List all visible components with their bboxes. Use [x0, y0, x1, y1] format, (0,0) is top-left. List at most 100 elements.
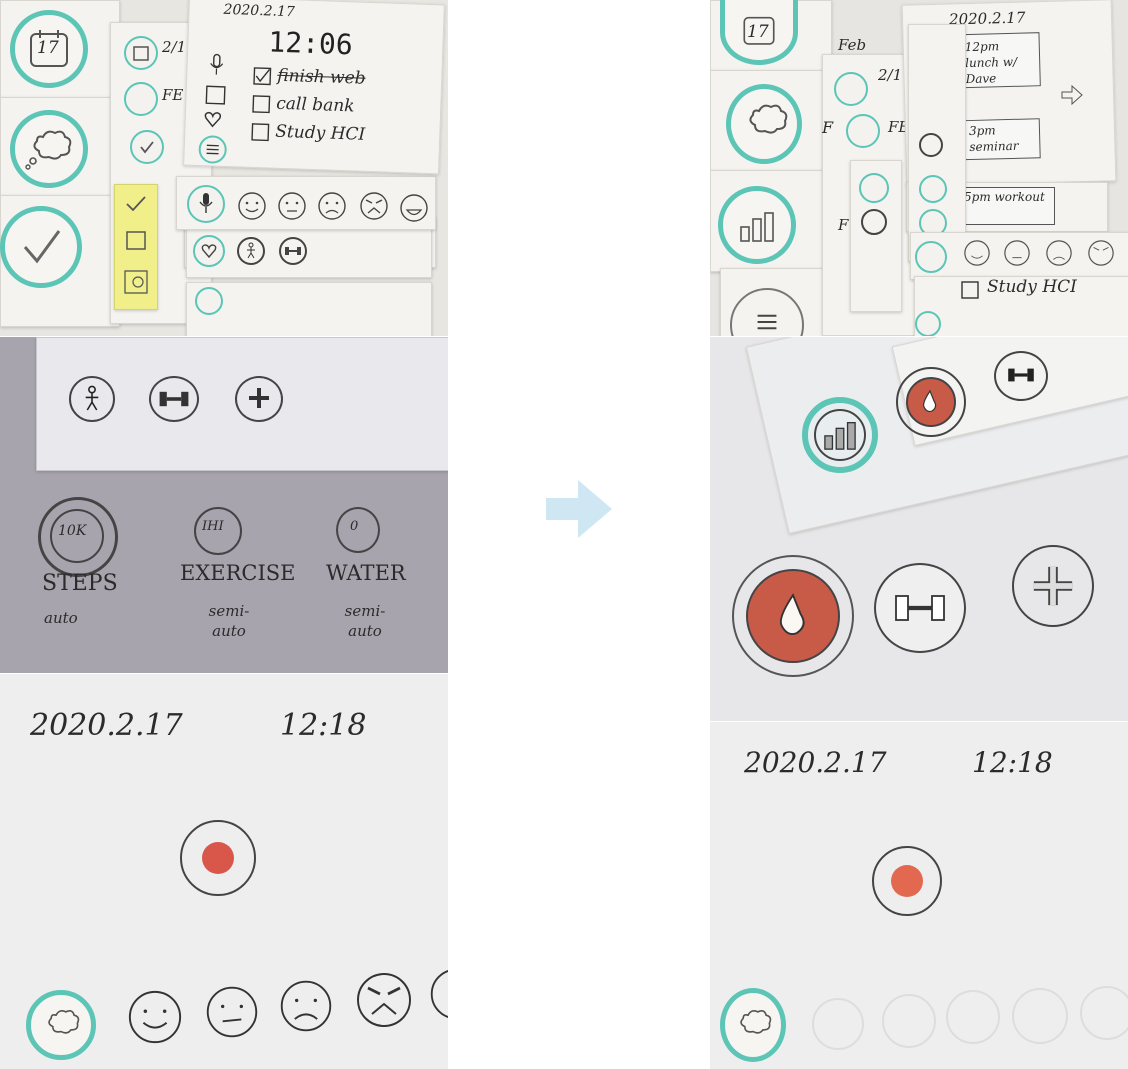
stats-mini-button[interactable]	[915, 311, 941, 336]
mood-mini-button[interactable]	[846, 114, 880, 148]
exercise-mode: semi-auto	[208, 602, 250, 640]
emoji-happy-icon[interactable]	[237, 191, 267, 221]
side-text-5: F	[838, 216, 849, 234]
record-button[interactable]	[180, 820, 256, 896]
checkbox-empty-icon[interactable]	[252, 95, 271, 114]
mood-app-button[interactable]	[10, 110, 88, 188]
recording-date: 2020.2.17	[744, 746, 887, 779]
middle-right-photo	[710, 337, 1128, 721]
calendar-mini-button[interactable]	[919, 175, 947, 203]
todo-item-2-label: call bank	[275, 93, 355, 117]
emoji-ghost-5[interactable]	[1080, 986, 1128, 1040]
water-mini-button[interactable]	[896, 367, 966, 437]
mood-app-button[interactable]	[726, 84, 802, 164]
mic-icon	[210, 53, 224, 75]
stats-app-button[interactable]	[718, 186, 796, 264]
emoji-sad-icon[interactable]	[317, 191, 347, 221]
bar-chart-icon	[740, 212, 774, 242]
steps-mode: auto	[44, 609, 78, 627]
fitness-card	[186, 226, 432, 278]
metric-exercise[interactable]: IHI EXERCISE semi-auto	[180, 505, 296, 645]
todo-card-date: 2020.2.17	[223, 1, 296, 21]
arrow-right-icon	[546, 480, 612, 538]
steps-badge: 10K	[58, 523, 87, 539]
exercise-button[interactable]	[874, 563, 966, 653]
calendar-app-button[interactable]: 17	[720, 0, 798, 65]
recording-time: 12:18	[972, 746, 1053, 779]
voice-input-button[interactable]	[187, 185, 225, 223]
mood-button[interactable]	[720, 988, 786, 1062]
emoji-happy-icon[interactable]	[126, 988, 184, 1046]
bottom-right-photo: 2020.2.17 12:18	[710, 722, 1128, 1069]
emoji-sad-icon[interactable]	[278, 978, 334, 1034]
mood-mini-button[interactable]	[195, 287, 223, 315]
check-mini-button[interactable]	[130, 130, 164, 164]
add-activity-button[interactable]	[235, 376, 283, 422]
walk-button[interactable]	[237, 237, 265, 265]
emoji-sad-icon[interactable]	[1045, 239, 1073, 267]
heart-button[interactable]	[193, 235, 225, 267]
bar-chart-icon	[824, 422, 856, 450]
checkbox-empty-icon[interactable]	[251, 123, 270, 142]
note-mini-button[interactable]	[124, 82, 158, 116]
stats-mini-button[interactable]	[859, 173, 889, 203]
stats-button[interactable]	[802, 397, 878, 473]
heart-icon	[204, 111, 222, 128]
emoji-neutral-icon[interactable]	[204, 984, 260, 1040]
workout-mini-button[interactable]	[994, 351, 1048, 401]
menu-icon	[206, 144, 219, 155]
workout-button[interactable]	[279, 237, 307, 265]
calendar-icon	[126, 231, 146, 250]
record-button[interactable]	[872, 846, 942, 916]
checkbox-checked-icon[interactable]	[253, 67, 272, 86]
thought-bubble-icon	[740, 1010, 772, 1034]
water-button[interactable]	[732, 555, 854, 677]
todo-card-time: 12:06	[267, 25, 354, 62]
metric-water[interactable]: 0 WATER semi-auto	[326, 505, 426, 645]
emoji-laugh-icon[interactable]	[399, 193, 429, 223]
side-text-3: F	[822, 118, 834, 137]
event-2[interactable]: 3pm seminar	[969, 121, 1036, 155]
workout-button[interactable]	[149, 376, 199, 422]
metric-steps[interactable]: 10K STEPS auto	[38, 497, 138, 637]
check-icon	[140, 141, 154, 154]
dumbbell-icon	[1008, 368, 1034, 382]
emoji-neutral-icon[interactable]	[1003, 239, 1031, 267]
menu-mini-button[interactable]	[861, 209, 887, 235]
heart-icon	[201, 244, 217, 259]
check-icon	[126, 196, 146, 212]
emoji-happy-icon[interactable]	[963, 239, 991, 267]
water-drop-icon	[779, 593, 805, 635]
calendar-mini-button[interactable]	[124, 36, 158, 70]
mood-mini-button[interactable]	[915, 241, 947, 273]
thought-bubble-icon	[25, 130, 72, 170]
stick-figure-icon	[247, 242, 255, 259]
emoji-ghost-3[interactable]	[946, 990, 1000, 1044]
todo-item-1-label: finish web	[276, 65, 366, 89]
emoji-ghost-1[interactable]	[812, 998, 864, 1050]
activity-card	[36, 337, 448, 471]
emoji-neutral-icon[interactable]	[277, 191, 307, 221]
bottom-left-photo: 2020.2.17 12:18	[0, 674, 448, 1069]
menu-mini-button[interactable]	[919, 133, 943, 157]
event-3[interactable]: 5pm workout	[964, 190, 1050, 205]
todo-app-button[interactable]	[0, 206, 82, 288]
emoji-ghost-4[interactable]	[1012, 988, 1068, 1044]
side-text-1: Feb	[838, 36, 867, 54]
sidebar-strip	[850, 160, 902, 312]
menu-button[interactable]	[198, 135, 228, 164]
emoji-angry-icon[interactable]	[354, 970, 414, 1030]
event-1[interactable]: 12pm lunch w/ Dave	[965, 37, 1036, 87]
calendar-app-button[interactable]: 17	[10, 10, 88, 88]
mood-button[interactable]	[26, 990, 96, 1060]
calendar-mini-button[interactable]	[834, 72, 868, 106]
add-button[interactable]	[1012, 545, 1094, 627]
exercise-name: EXERCISE	[180, 561, 296, 585]
emoji-ghost-2[interactable]	[882, 994, 936, 1048]
emoji-laugh-icon[interactable]	[428, 966, 448, 1022]
top-right-photo: 17 Feb 2/1 F FE F 2020.2.17 12pm lunch w…	[710, 0, 1128, 336]
emoji-angry-icon[interactable]	[1087, 239, 1115, 267]
checkbox-empty-icon[interactable]	[961, 281, 979, 299]
walk-button[interactable]	[69, 376, 115, 422]
emoji-angry-icon[interactable]	[359, 191, 389, 221]
